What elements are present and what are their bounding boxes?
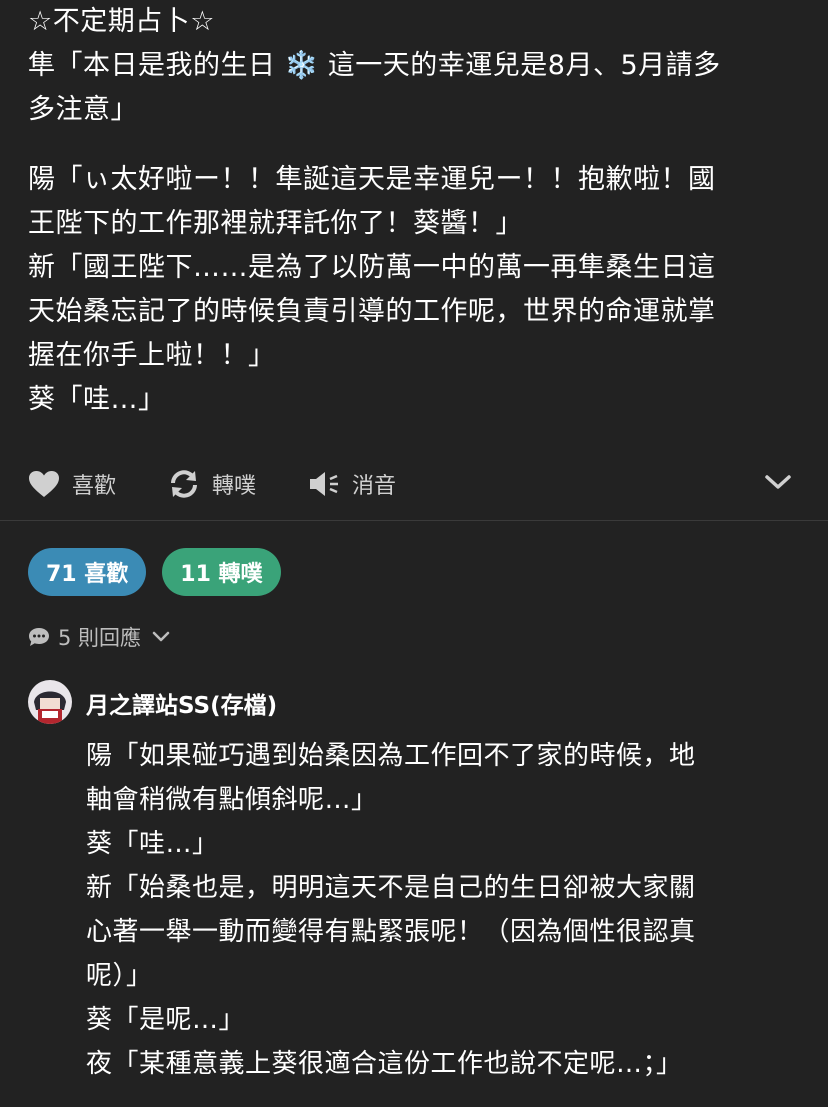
reply-line: 葵「是呢…」 xyxy=(86,1005,246,1035)
post-line: ☆不定期占卜☆ xyxy=(28,6,215,37)
chevron-down-icon[interactable] xyxy=(764,472,792,492)
reply-line: 呢）」 xyxy=(86,961,153,991)
post-line: 王陛下的工作那裡就拜託你了！葵醬！」 xyxy=(28,208,523,239)
avatar[interactable] xyxy=(28,680,72,724)
reply-line: 葵「哇…」 xyxy=(86,829,219,859)
post-line: 天始桑忘記了的時候負責引導的工作呢，世界的命運就掌 xyxy=(28,296,716,327)
replurk-icon xyxy=(171,470,198,498)
reply-line: 心著一舉一動而變得有點緊張呢！（因為個性很認真 xyxy=(86,917,696,947)
responses-toggle[interactable]: 5 則回應 xyxy=(28,622,179,652)
post-line: 新「國王陛下……是為了以防萬一中的萬一再隼桑生日這 xyxy=(28,252,716,283)
likes-count-badge[interactable]: 71 喜歡 xyxy=(28,548,147,596)
speech-bubble-icon xyxy=(29,628,49,646)
replurk-label: 轉噗 xyxy=(212,474,257,499)
reply-line: 夜「某種意義上葵很適合這份工作也說不定呢…；」 xyxy=(86,1049,683,1079)
divider xyxy=(0,520,828,521)
replurk-button[interactable]: 轉噗 xyxy=(168,468,256,500)
post-line: 葵「哇…」 xyxy=(28,384,166,415)
responses-count-label: 5 則回應 xyxy=(58,626,142,650)
heart-icon xyxy=(29,471,59,497)
like-label: 喜歡 xyxy=(72,474,117,499)
mute-button[interactable]: 消音 xyxy=(308,468,396,500)
chevron-down-icon xyxy=(152,631,170,642)
post-line: 多注意」 xyxy=(28,94,138,125)
post-line: 陽「ぃ太好啦ー！！隼誕這天是幸運兒ー！！抱歉啦！國 xyxy=(28,164,716,195)
post-paragraph-2: 陽「ぃ太好啦ー！！隼誕這天是幸運兒ー！！抱歉啦！國 王陛下的工作那裡就拜託你了！… xyxy=(28,158,716,422)
replurks-count-badge[interactable]: 11 轉噗 xyxy=(162,548,281,596)
post-stats: 71 喜歡 11 轉噗 xyxy=(28,548,297,596)
reply-text: 陽「如果碰巧遇到始桑因為工作回不了家的時候，地 軸會稍微有點傾斜呢…」 葵「哇…… xyxy=(86,734,806,1086)
post-line: 握在你手上啦！！」 xyxy=(28,340,276,371)
reply-line: 新「始桑也是，明明這天不是自己的生日卻被大家關 xyxy=(86,873,696,903)
post-line: 隼「本日是我的生日 ❄️ 這一天的幸運兒是8月、5月請多 xyxy=(28,50,721,81)
mute-speaker-icon xyxy=(310,472,339,496)
reply-line: 陽「如果碰巧遇到始桑因為工作回不了家的時候，地 xyxy=(86,741,696,771)
mute-label: 消音 xyxy=(352,474,397,499)
reply-line: 軸會稍微有點傾斜呢…」 xyxy=(86,785,378,815)
like-button[interactable]: 喜歡 xyxy=(28,468,116,500)
post-paragraph-1: ☆不定期占卜☆ 隼「本日是我的生日 ❄️ 這一天的幸運兒是8月、5月請多 多注意… xyxy=(28,0,721,132)
reply-paragraph: 陽「如果碰巧遇到始桑因為工作回不了家的時候，地 軸會稍微有點傾斜呢…」 葵「哇…… xyxy=(86,734,806,1086)
reply-username[interactable]: 月之譯站SS(存檔) xyxy=(86,686,277,720)
post-actions-bar: 喜歡 轉噗 消音 xyxy=(28,460,800,508)
